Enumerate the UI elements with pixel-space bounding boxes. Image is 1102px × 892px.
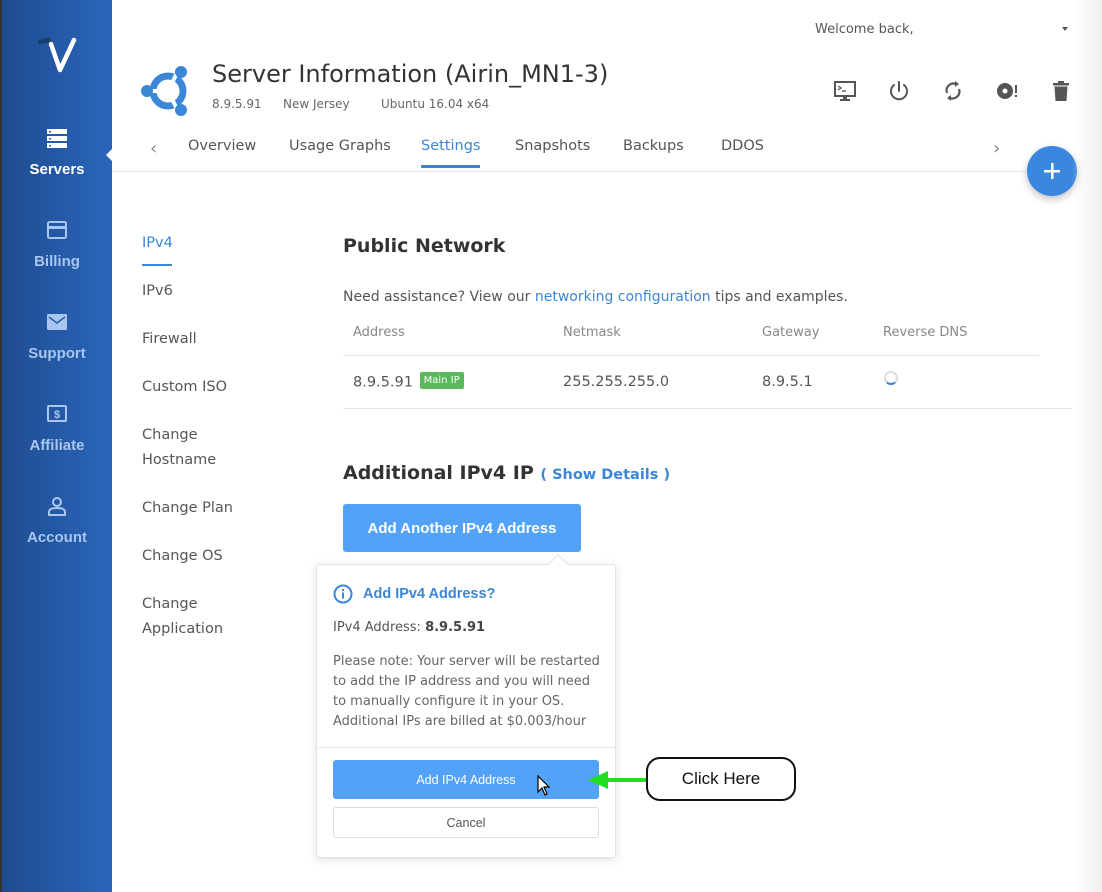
page-title: Server Information (Airin_MN1-3) <box>212 60 609 88</box>
mouse-cursor-icon <box>537 775 551 796</box>
vultr-logo-icon[interactable] <box>36 36 80 76</box>
console-icon <box>834 81 856 101</box>
click-here-annotation: Click Here <box>646 757 796 801</box>
annotation-arrow-icon <box>588 771 648 789</box>
settings-menu-firewall[interactable]: Firewall <box>142 327 197 352</box>
trash-icon <box>1053 81 1069 101</box>
column-header-reverse-dns: Reverse DNS <box>883 325 968 340</box>
ip-address: 8.9.5.91 <box>353 374 413 391</box>
info-icon <box>333 584 353 604</box>
netmask-cell: 255.255.255.0 <box>563 374 670 390</box>
sidebar-item-label: Servers <box>29 161 85 178</box>
server-stack-icon <box>47 129 67 148</box>
tab-settings[interactable]: Settings <box>421 138 481 168</box>
tab-usage-graphs[interactable]: Usage Graphs <box>289 138 391 168</box>
popover-divider <box>317 747 615 748</box>
menu-label-line: Change <box>142 596 198 612</box>
settings-menu-change-plan[interactable]: Change Plan <box>142 496 233 521</box>
plus-icon <box>1044 163 1060 179</box>
console-button[interactable] <box>818 78 872 104</box>
tabs-scroll-right-icon[interactable]: › <box>993 138 1000 159</box>
popover-title-text: Add IPv4 Address? <box>363 586 496 602</box>
loading-spinner-icon <box>884 371 898 385</box>
restart-button[interactable] <box>926 78 980 104</box>
credit-card-icon <box>47 221 67 239</box>
tabs-scroll-left-icon[interactable]: ‹ <box>150 138 157 159</box>
popover-ip-line: IPv4 Address: 8.9.5.91 <box>333 620 485 635</box>
sidebar-item-support[interactable]: Support <box>2 311 112 362</box>
additional-ipv4-title-text: Additional IPv4 IP <box>343 462 534 484</box>
dollar-bill-icon: $ <box>47 405 67 422</box>
settings-menu-change-os[interactable]: Change OS <box>142 544 223 569</box>
menu-label-line: Change <box>142 427 198 443</box>
destroy-button[interactable] <box>1034 78 1088 104</box>
cancel-button[interactable]: Cancel <box>333 807 599 838</box>
menu-label-line: Application <box>142 621 224 637</box>
sidebar-item-affiliate[interactable]: $ Affiliate <box>2 403 112 454</box>
power-button[interactable] <box>872 78 926 104</box>
sidebar-item-billing[interactable]: Billing <box>2 219 112 270</box>
user-icon <box>48 497 66 516</box>
tab-snapshots[interactable]: Snapshots <box>515 138 590 168</box>
sidebar: Servers Billing Support $ Affiliate Acco… <box>0 0 116 892</box>
networking-config-link[interactable]: networking configuration <box>535 289 711 305</box>
server-actions <box>818 78 1088 104</box>
welcome-text[interactable]: Welcome back, <box>815 22 914 37</box>
active-menu-underline <box>142 264 172 266</box>
confirm-add-ipv4-button[interactable]: Add IPv4 Address <box>333 760 599 799</box>
deploy-new-button[interactable] <box>1027 146 1077 196</box>
assist-prefix: Need assistance? View our <box>343 289 535 305</box>
sidebar-item-label: Affiliate <box>29 437 85 454</box>
add-another-ipv4-button[interactable]: Add Another IPv4 Address <box>343 504 581 552</box>
sidebar-item-label: Support <box>28 345 86 362</box>
assist-suffix: tips and examples. <box>710 289 848 305</box>
popover-arrow <box>548 554 568 574</box>
settings-menu-change-hostname[interactable]: Change Hostname <box>142 423 216 473</box>
popover-ip-value: 8.9.5.91 <box>425 620 486 635</box>
sidebar-item-label: Account <box>27 529 87 546</box>
server-location: New Jersey <box>283 97 350 111</box>
server-os: Ubuntu 16.04 x64 <box>381 97 490 111</box>
restart-icon <box>945 81 961 101</box>
menu-label-line: Hostname <box>142 452 217 468</box>
sidebar-item-servers[interactable]: Servers <box>2 127 112 178</box>
settings-menu-ipv6[interactable]: IPv6 <box>142 279 173 304</box>
tab-overview[interactable]: Overview <box>188 138 256 168</box>
server-ip: 8.9.5.91 <box>212 97 262 111</box>
user-menu-caret-icon[interactable] <box>1062 27 1068 31</box>
svg-text:$: $ <box>54 409 60 421</box>
additional-ipv4-title: Additional IPv4 IP ( Show Details ) <box>343 462 670 484</box>
assistance-text: Need assistance? View our networking con… <box>343 289 848 305</box>
disc-alert-icon <box>997 83 1017 99</box>
show-details-link[interactable]: ( Show Details ) <box>540 467 670 483</box>
gateway-cell: 8.9.5.1 <box>762 374 813 390</box>
table-header-divider <box>343 355 1039 356</box>
column-header-gateway: Gateway <box>762 325 820 340</box>
ip-address-cell: 8.9.5.91 Main IP <box>353 372 464 391</box>
main-ip-badge: Main IP <box>419 372 464 389</box>
power-icon <box>890 81 908 101</box>
settings-menu-ipv4[interactable]: IPv4 <box>142 231 173 256</box>
popover-note: Please note: Your server will be restart… <box>333 654 600 729</box>
public-network-title: Public Network <box>343 235 506 257</box>
popover-ip-label: IPv4 Address: <box>333 620 426 635</box>
page-edge-shadow <box>1072 0 1102 892</box>
reinstall-button[interactable] <box>980 78 1034 104</box>
column-header-netmask: Netmask <box>563 325 621 340</box>
sidebar-item-label: Billing <box>34 253 80 270</box>
table-row-divider <box>343 408 1072 409</box>
popover-title: Add IPv4 Address? <box>333 584 495 604</box>
sidebar-item-account[interactable]: Account <box>2 495 112 546</box>
server-tabs: ‹ Overview Usage Graphs Settings Snapsho… <box>112 130 1072 172</box>
settings-menu-custom-iso[interactable]: Custom ISO <box>142 375 227 400</box>
settings-menu-change-application[interactable]: Change Application <box>142 592 223 642</box>
tab-ddos[interactable]: DDOS <box>721 138 764 168</box>
column-header-address: Address <box>353 325 405 340</box>
envelope-icon <box>47 314 67 330</box>
ubuntu-logo-icon <box>141 66 187 116</box>
add-ipv4-confirm-popover: Add IPv4 Address? IPv4 Address: 8.9.5.91… <box>316 554 616 858</box>
tab-backups[interactable]: Backups <box>623 138 684 168</box>
